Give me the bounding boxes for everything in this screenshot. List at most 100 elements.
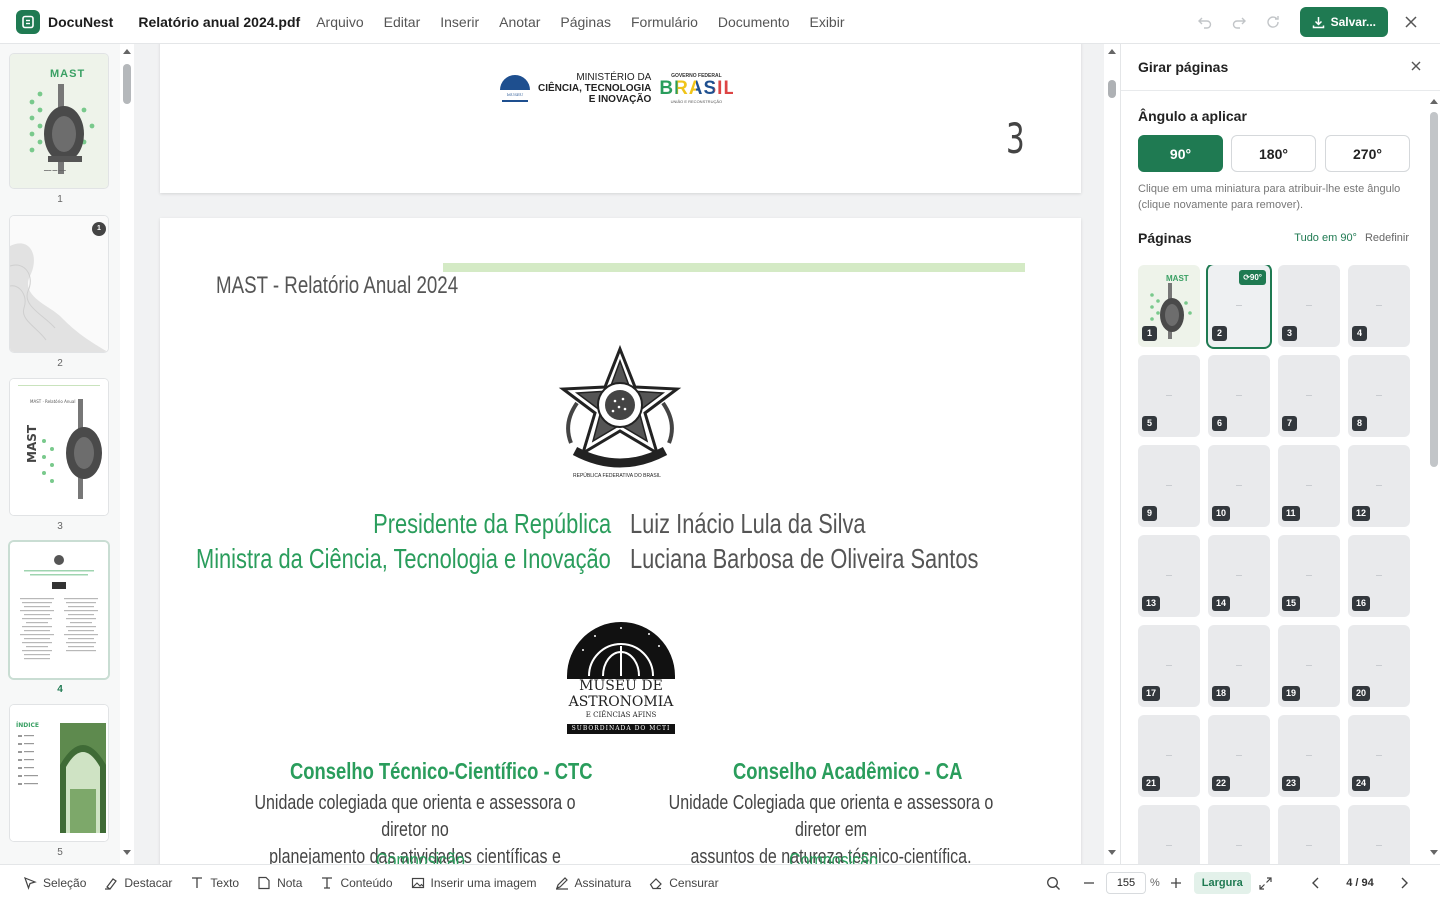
rotation-thumbnail-page-4[interactable]: 4 — [1348, 265, 1410, 347]
page-number-badge: 6 — [1212, 416, 1227, 431]
thumbnail-scroll-thumb[interactable] — [123, 64, 131, 104]
rotation-thumbnail-page-12[interactable]: 12 — [1348, 445, 1410, 527]
document-scrollbar[interactable] — [1104, 44, 1120, 864]
rotation-thumbnail-page-15[interactable]: 15 — [1278, 535, 1340, 617]
panel-title: Girar páginas — [1138, 59, 1229, 75]
thumbnail-sidebar: ═══ ══ ═══ MAST 1 1 2 MAST · Relatório A… — [0, 44, 120, 864]
rotation-thumbnail-page-2[interactable]: ⟳90° 2 — [1208, 265, 1270, 347]
rotation-thumbnail-page-19[interactable]: 19 — [1278, 625, 1340, 707]
page-number-badge: 5 — [1142, 416, 1157, 431]
rotation-thumbnail-page-13[interactable]: 13 — [1138, 535, 1200, 617]
rotation-thumbnail-page-24[interactable]: 24 — [1348, 715, 1410, 797]
thumbnail-page-5[interactable]: ÍNDICE — [10, 705, 108, 841]
thumbnail-page-4[interactable] — [10, 542, 108, 678]
rotation-thumbnail-page-5[interactable]: 5 — [1138, 355, 1200, 437]
blank-page-mark — [1306, 305, 1312, 306]
refresh-button[interactable] — [1256, 6, 1290, 38]
tool-censurar[interactable]: Censurar — [640, 876, 727, 890]
rotate-all-link[interactable]: Tudo em 90° — [1294, 232, 1357, 244]
rotation-thumbnail-page-26[interactable]: 26 — [1208, 805, 1270, 864]
redo-button[interactable] — [1222, 6, 1256, 38]
council-title-2: Conselho Acadêmico - CA — [733, 758, 963, 784]
document-scroll-thumb[interactable] — [1108, 80, 1116, 98]
save-button[interactable]: Salvar... — [1299, 7, 1388, 37]
fullscreen-button[interactable] — [1251, 867, 1281, 899]
rotation-thumbnail-page-6[interactable]: 6 — [1208, 355, 1270, 437]
tool-nota[interactable]: Nota — [248, 876, 311, 890]
fit-width-button[interactable]: Largura — [1193, 872, 1251, 894]
menu-formulario[interactable]: Formulário — [621, 14, 708, 30]
tool-destacar[interactable]: Destacar — [95, 876, 181, 890]
page-2-badge: 1 — [92, 222, 106, 236]
rotation-thumbnail-page-23[interactable]: 23 — [1278, 715, 1340, 797]
angle-270-button[interactable]: 270° — [1325, 135, 1410, 172]
page-number-badge: 12 — [1352, 506, 1371, 521]
rotation-thumbnail-page-22[interactable]: 22 — [1208, 715, 1270, 797]
search-icon — [1046, 876, 1060, 890]
menu-documento[interactable]: Documento — [708, 14, 800, 30]
page-number-badge: 13 — [1142, 596, 1161, 611]
pages-links: Tudo em 90° Redefinir — [1294, 232, 1409, 244]
rotation-thumbnail-page-7[interactable]: 7 — [1278, 355, 1340, 437]
reset-link[interactable]: Redefinir — [1365, 232, 1409, 244]
menu-paginas[interactable]: Páginas — [550, 14, 621, 30]
rotation-thumbnail-page-25[interactable]: 25 — [1138, 805, 1200, 864]
annotation-tools: Seleção Destacar Texto Nota Conteúdo Ins… — [14, 876, 728, 890]
menu-editar[interactable]: Editar — [374, 14, 431, 30]
close-document-button[interactable] — [1394, 6, 1428, 38]
rotation-thumbnail-page-3[interactable]: 3 — [1278, 265, 1340, 347]
rotation-thumbnail-page-1[interactable]: MAST 1 — [1138, 265, 1200, 347]
search-button[interactable] — [1036, 867, 1070, 899]
rotation-thumbnail-page-18[interactable]: 18 — [1208, 625, 1270, 707]
scroll-down-icon — [1108, 850, 1116, 855]
rotation-thumbnail-page-11[interactable]: 11 — [1278, 445, 1340, 527]
panel-scroll-thumb[interactable] — [1430, 112, 1438, 467]
angle-90-button[interactable]: 90° — [1138, 135, 1223, 172]
menu-exibir[interactable]: Exibir — [799, 14, 854, 30]
rotation-thumbnail-page-16[interactable]: 16 — [1348, 535, 1410, 617]
zoom-out-button[interactable] — [1076, 867, 1102, 899]
rotation-thumbnail-page-10[interactable]: 10 — [1208, 445, 1270, 527]
document-viewer[interactable]: MUSEU MINISTÉRIO DA CIÊNCIA, TECNOLOGIA … — [134, 44, 1104, 864]
tool-conteudo[interactable]: Conteúdo — [311, 876, 401, 890]
thumbnail-page-3[interactable]: MAST · Relatório Anual MAST — [10, 379, 108, 515]
panel-close-button[interactable] — [1408, 58, 1424, 74]
rotation-thumbnail-page-27[interactable]: 27 — [1278, 805, 1340, 864]
angle-180-button[interactable]: 180° — [1231, 135, 1316, 172]
rotation-thumbnail-page-8[interactable]: 8 — [1348, 355, 1410, 437]
rotation-thumbnail-page-14[interactable]: 14 — [1208, 535, 1270, 617]
tool-inserir-imagem-label: Inserir uma imagem — [430, 875, 537, 890]
blank-page-mark — [1376, 305, 1382, 306]
menu-arquivo[interactable]: Arquivo — [306, 14, 373, 30]
tool-selecao[interactable]: Seleção — [14, 876, 95, 890]
zoom-input[interactable]: 155 — [1106, 872, 1146, 894]
rotation-thumbnail-page-9[interactable]: 9 — [1138, 445, 1200, 527]
blank-page-mark — [1376, 845, 1382, 846]
tool-assinatura[interactable]: Assinatura — [546, 876, 641, 890]
next-page-button[interactable] — [1394, 867, 1414, 899]
rotation-thumbnail-page-20[interactable]: 20 — [1348, 625, 1410, 707]
thumbnail-scrollbar[interactable] — [120, 44, 134, 864]
blank-page-mark — [1306, 755, 1312, 756]
rotation-thumbnail-page-17[interactable]: 17 — [1138, 625, 1200, 707]
zoom-in-button[interactable] — [1166, 867, 1186, 899]
council-composition-2: Composição — [789, 850, 878, 864]
undo-button[interactable] — [1188, 6, 1222, 38]
rotation-thumbnail-page-21[interactable]: 21 — [1138, 715, 1200, 797]
previous-page-button[interactable] — [1306, 867, 1326, 899]
ministry-name: MINISTÉRIO DA CIÊNCIA, TECNOLOGIA E INOV… — [538, 72, 651, 105]
page-number-badge: 1 — [1142, 326, 1157, 341]
thumbnail-page-1[interactable]: ═══ ══ ═══ MAST — [10, 54, 108, 188]
tool-texto[interactable]: Texto — [181, 876, 248, 890]
menu-inserir[interactable]: Inserir — [430, 14, 489, 30]
page-indicator: 4 / 94 — [1346, 877, 1374, 889]
panel-scrollbar[interactable] — [1427, 94, 1440, 864]
highlighter-icon — [105, 877, 118, 890]
close-icon — [1405, 16, 1417, 28]
menu-anotar[interactable]: Anotar — [489, 14, 550, 30]
thumbnail-page-2[interactable]: 1 — [10, 216, 108, 352]
authority-name-1: Luiz Inácio Lula da Silva — [630, 508, 866, 539]
scroll-up-icon — [123, 49, 131, 54]
rotation-thumbnail-page-28[interactable]: 28 — [1348, 805, 1410, 864]
tool-inserir-imagem[interactable]: Inserir uma imagem — [402, 876, 546, 890]
